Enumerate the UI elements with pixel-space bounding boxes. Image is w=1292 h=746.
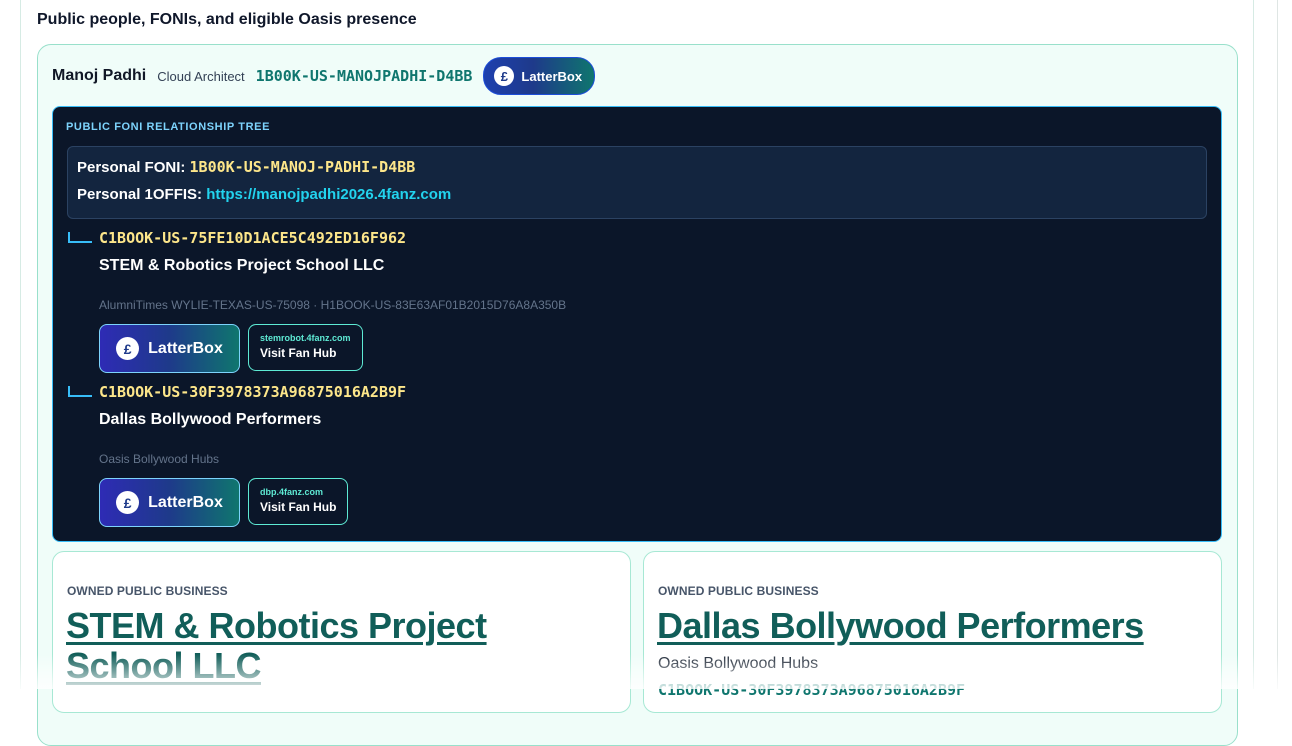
latterbox-button[interactable]: £ LatterBox [99,324,240,373]
personal-1offis-row: Personal 1OFFIS: https://manojpadhi2026.… [77,186,451,203]
pound-icon: £ [494,66,515,86]
latterbox-label: LatterBox [148,493,223,511]
tree-branch-icon [68,386,92,397]
tree-branch-icon [68,232,92,243]
hub-domain: dbp.4fanz.com [260,487,324,497]
visit-fan-hub-button[interactable]: dbp.4fanz.com Visit Fan Hub [248,478,349,525]
personal-foni-value: 1B00K-US-MANOJ-PADHI-D4BB [189,158,416,176]
business-kicker: OWNED PUBLIC BUSINESS [67,584,228,598]
business-code: C1BOOK-US-30F3978373A96875016A2B9F [658,681,966,699]
business-subtitle: Oasis Bollywood Hubs [658,655,819,672]
page-border-left [20,0,21,689]
personal-foni-label: Personal FONI: [77,159,186,176]
latterbox-label: LatterBox [521,68,583,84]
latterbox-button[interactable]: £ LatterBox [483,57,596,95]
person-role: Cloud Architect [157,68,245,84]
latterbox-button[interactable]: £ LatterBox [99,478,240,527]
personal-1offis-label: Personal 1OFFIS: [77,186,203,203]
hub-label: Visit Fan Hub [260,346,337,360]
branch-name: STEM & Robotics Project School LLC [99,257,385,274]
personal-info-box [67,146,1207,219]
pound-icon: £ [116,337,140,360]
section-title: Public people, FONIs, and eligible Oasis… [37,11,417,28]
hub-domain: stemrobot.4fanz.com [260,333,351,343]
pound-icon: £ [116,491,140,514]
branch-name: Dallas Bollywood Performers [99,411,322,428]
branch-code: C1BOOK-US-75FE10D1ACE5C492ED16F962 [99,229,407,247]
business-title-link[interactable]: STEM & Robotics Project [66,606,487,646]
personal-foni-row: Personal FONI: 1B00K-US-MANOJ-PADHI-D4BB [77,158,415,176]
visit-fan-hub-button[interactable]: stemrobot.4fanz.com Visit Fan Hub [248,324,363,371]
tree-heading: PUBLIC FONI RELATIONSHIP TREE [66,121,271,133]
branch-meta: AlumniTimes WYLIE-TEXAS-US-75098 · H1BOO… [99,298,567,312]
branch-code: C1BOOK-US-30F3978373A96875016A2B9F [99,383,407,401]
latterbox-label: LatterBox [148,339,223,357]
scrollbar-track[interactable] [1277,0,1278,689]
page-border-right [1253,0,1254,689]
hub-label: Visit Fan Hub [260,500,337,514]
person-name: Manoj Padhi [52,67,147,84]
business-title-link[interactable]: Dallas Bollywood Performers [657,606,1144,646]
business-title-link[interactable]: School LLC [66,646,262,686]
person-header: Manoj Padhi Cloud Architect 1B00K-US-MAN… [52,57,596,95]
personal-1offis-link[interactable]: https://manojpadhi2026.4fanz.com [206,186,451,203]
branch-meta: Oasis Bollywood Hubs [99,452,220,466]
business-kicker: OWNED PUBLIC BUSINESS [658,584,819,598]
person-foni-code: 1B00K-US-MANOJPADHI-D4BB [255,67,473,85]
